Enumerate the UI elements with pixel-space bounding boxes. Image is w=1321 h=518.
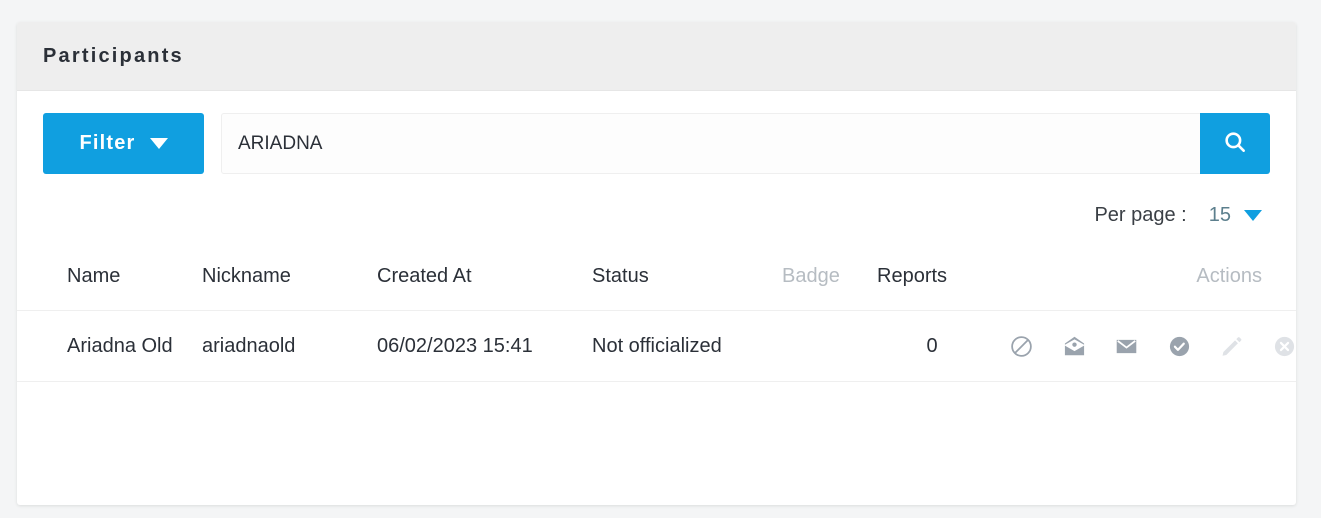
page-root: Participants Filter ARIADNA Per page: 1… [0, 0, 1321, 518]
table-head: Name Nickname Created At Status Badge Re… [17, 265, 1296, 311]
per-page-row: Per page : 15 [17, 174, 1296, 227]
search-icon [1222, 129, 1248, 158]
column-header-actions: Actions [1196, 265, 1262, 287]
table-header-row: Name Nickname Created At Status Badge Re… [17, 265, 1296, 311]
column-header-nickname[interactable]: Nickname [202, 265, 377, 311]
cell-nickname: ariadnaold [202, 335, 296, 357]
column-header-name[interactable]: Name [17, 265, 202, 311]
column-header-created-at[interactable]: Created At [377, 265, 592, 311]
cell-name: Ariadna Old [67, 335, 173, 357]
open-envelope-icon[interactable] [1062, 334, 1087, 359]
per-page-value[interactable]: 15 [1209, 204, 1231, 227]
table-row[interactable]: Ariadna Old ariadnaold 06/02/2023 15:41 … [17, 311, 1296, 382]
filter-button[interactable]: Filter [43, 113, 204, 174]
participants-card: Participants Filter ARIADNA Per page: 1… [17, 22, 1296, 505]
search-group [221, 113, 1270, 174]
cell-reports: 0 [926, 335, 938, 357]
filter-button-label: Filter [79, 132, 136, 154]
chevron-down-icon [149, 138, 168, 149]
participants-table: Name Nickname Created At Status Badge Re… [17, 265, 1296, 382]
chevron-down-icon[interactable] [1244, 210, 1262, 221]
card-header: Participants [17, 22, 1296, 91]
column-header-status[interactable]: Status [592, 265, 782, 311]
table-body: Ariadna Old ariadnaold 06/02/2023 15:41 … [17, 311, 1296, 382]
envelope-icon[interactable] [1114, 334, 1139, 359]
cell-created-at: 06/02/2023 15:41 [377, 335, 533, 357]
page-title: Participants [43, 44, 184, 67]
column-header-badge: Badge [782, 265, 840, 287]
block-icon[interactable] [1009, 334, 1034, 359]
card-body: Filter P [17, 91, 1296, 382]
cell-badge [782, 311, 877, 382]
pencil-icon [1219, 334, 1244, 359]
check-circle-icon[interactable] [1167, 334, 1192, 359]
column-header-reports[interactable]: Reports [877, 265, 987, 311]
cell-actions [987, 311, 1296, 382]
close-circle-icon [1272, 334, 1296, 359]
search-toolbar: Filter [17, 91, 1296, 174]
search-button[interactable] [1200, 113, 1270, 174]
per-page-label: Per page : [1094, 204, 1187, 226]
search-input[interactable] [221, 113, 1200, 174]
cell-status: Not officialized [592, 335, 722, 357]
